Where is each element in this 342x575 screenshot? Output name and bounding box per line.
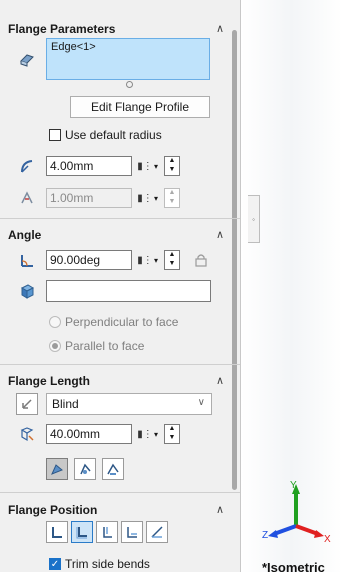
reference-face-input[interactable] [46,280,211,302]
angle-section: Angle ∧ 90.00deg ▮⋮ ▾ ▲ ▼ Perpendicular t… [0,219,240,365]
parallel-to-face-radio: Parallel to face [49,339,144,353]
flange-angle-icon [18,251,36,269]
perpendicular-radio-dot [49,316,61,328]
spin-arrows[interactable]: ▲ ▼ [164,250,180,270]
spin-arrows: ▲ ▼ [164,188,180,208]
lock-icon[interactable] [192,251,210,269]
property-manager-panel: Flange Parameters ∧ Edge<1> Edit Flange … [0,0,241,572]
svg-text:Z: Z [262,530,268,541]
edge-selection-icon [18,50,36,68]
flange-parameters-section: Flange Parameters ∧ Edge<1> Edit Flange … [0,0,240,219]
units-dropdown-icon[interactable]: ▾ [154,251,162,269]
units-icon[interactable]: ▮⋮ [137,157,153,175]
flange-length-spinner[interactable]: ▮⋮ ▾ ▲ ▼ [137,424,190,444]
flange-length-icon [18,425,36,443]
flange-parameters-title: Flange Parameters [8,22,116,36]
units-icon[interactable]: ▮⋮ [137,251,153,269]
use-default-radius-box[interactable] [49,129,61,141]
svg-text:X: X [324,534,331,545]
material-outside-button[interactable] [71,521,93,543]
edit-flange-profile-button[interactable]: Edit Flange Profile [70,96,210,118]
tangent-bend-button[interactable] [102,458,124,480]
panel-collapse-handle[interactable]: ◦ [248,195,260,243]
flange-length-title: Flange Length [8,374,90,388]
parallel-label: Parallel to face [65,339,145,353]
use-default-radius-checkbox[interactable]: Use default radius [49,128,162,142]
spin-arrows[interactable]: ▲ ▼ [164,156,180,176]
flange-angle-input[interactable]: 90.00deg [46,250,132,270]
units-dropdown-icon[interactable]: ▾ [154,425,162,443]
gap-distance-input: 1.00mm [46,188,132,208]
parallel-radio-dot [49,340,61,352]
view-orientation-label: *Isometric [262,560,325,575]
length-end-condition-select[interactable]: Blind ∨ [46,393,212,415]
angle-title: Angle [8,228,42,242]
reverse-direction-button[interactable] [16,393,38,415]
spin-arrows[interactable]: ▲ ▼ [164,424,180,444]
bend-radius-spinner[interactable]: ▮⋮ ▾ ▲ ▼ [137,156,190,176]
chevron-down-icon: ∨ [197,397,205,408]
selection-box-resize-handle[interactable] [126,81,133,88]
edge-selection-box[interactable]: Edge<1> [46,38,210,80]
units-icon: ▮⋮ [137,192,153,204]
svg-text:Y: Y [290,480,297,491]
trim-side-bends-label: Trim side bends [65,557,150,571]
bend-radius-input[interactable]: 4.00mm [46,156,132,176]
inner-virtual-sharp-button[interactable] [74,458,96,480]
flange-position-section: Flange Position ∧ ✓ Trim side bends [0,493,240,572]
flange-angle-spinner[interactable]: ▮⋮ ▾ ▲ ▼ [137,250,190,270]
perpendicular-label: Perpendicular to face [65,315,179,329]
flange-length-input[interactable]: 40.00mm [46,424,132,444]
triad-axes-icon: Y Z X [262,480,331,545]
trim-side-bends-checkbox[interactable]: ✓ Trim side bends [49,557,150,571]
trim-side-bends-box[interactable]: ✓ [49,558,61,570]
perpendicular-to-face-radio: Perpendicular to face [49,315,178,329]
use-default-radius-label: Use default radius [65,128,162,142]
bend-outside-button[interactable] [96,521,118,543]
flange-parameters-collapse-icon[interactable]: ∧ [216,22,224,35]
end-condition-value: Blind [52,397,79,411]
reference-face-icon [18,282,36,300]
units-dropdown-icon: ▾ [154,193,159,203]
flange-position-title: Flange Position [8,503,98,517]
units-icon[interactable]: ▮⋮ [137,425,153,443]
flange-length-collapse-icon[interactable]: ∧ [216,374,224,387]
edge-selection-item[interactable]: Edge<1> [47,39,209,55]
flange-length-section: Flange Length ∧ Blind ∨ 40.00mm ▮⋮ ▾ ▲ ▼ [0,365,240,493]
material-inside-button[interactable] [46,521,68,543]
gap-distance-spinner: ▮⋮ ▾ ▲ ▼ [137,188,190,208]
tangent-to-bend-button[interactable] [146,521,168,543]
outer-virtual-sharp-button[interactable] [46,458,68,480]
angle-collapse-icon[interactable]: ∧ [216,228,224,241]
gap-distance-icon [18,189,36,207]
flange-position-collapse-icon[interactable]: ∧ [216,503,224,516]
bend-radius-icon [18,157,36,175]
units-dropdown-icon[interactable]: ▾ [154,157,162,175]
bend-from-virtual-sharp-button[interactable] [121,521,143,543]
